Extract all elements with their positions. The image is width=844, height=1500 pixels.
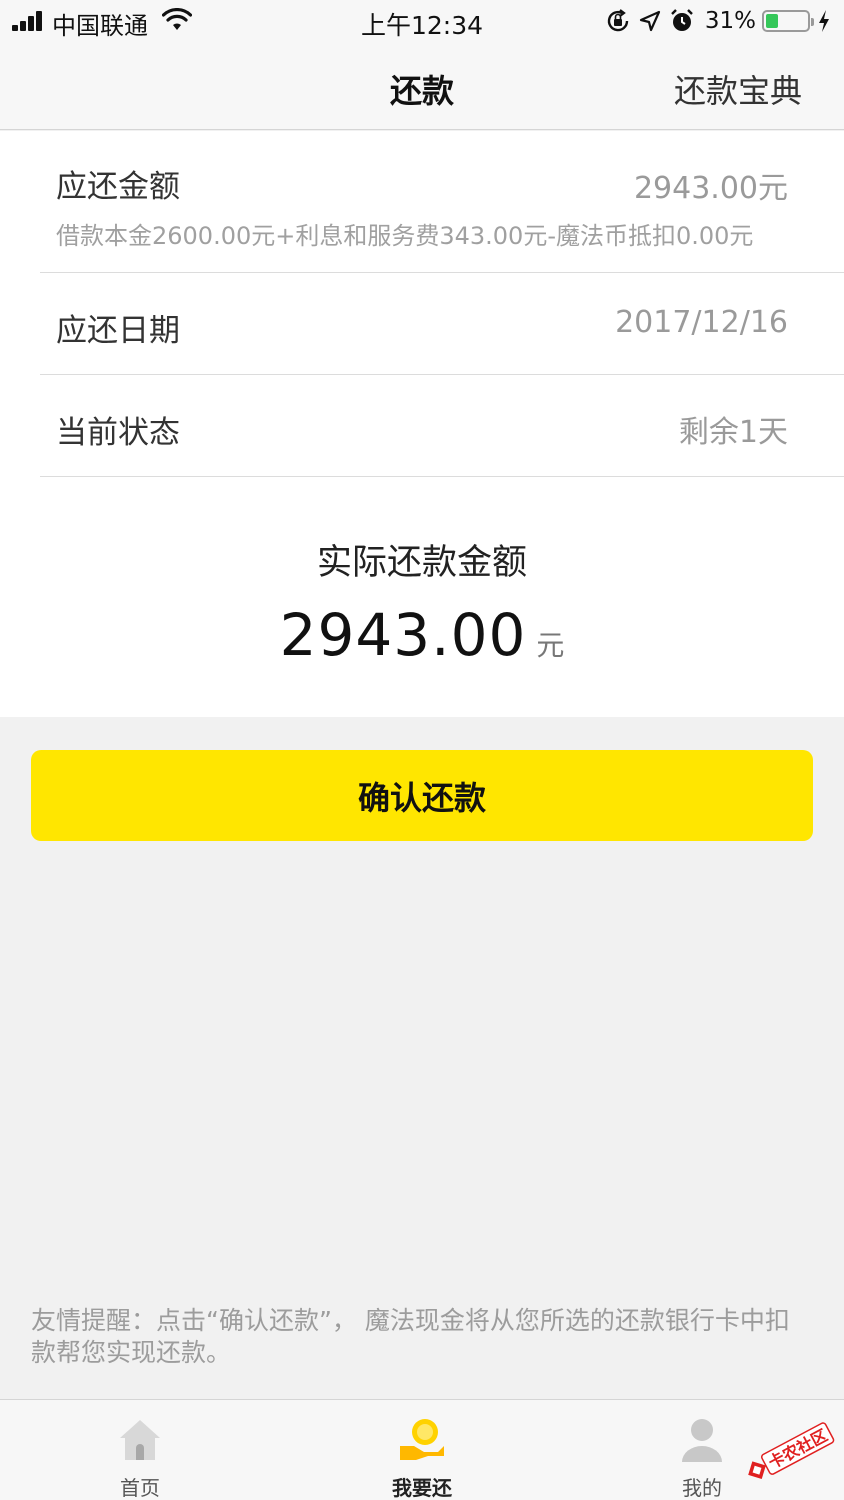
actual-payment-amount-group: 2943.00 元 [0, 601, 844, 669]
charging-icon [819, 10, 829, 32]
tab-bar: 首页 我要还 我的 [0, 1399, 844, 1500]
tab-repay[interactable]: 我要还 [332, 1400, 512, 1500]
amount-due-value: 2943.00元 [633, 171, 788, 206]
reminder-text: 友情提醒：点击“确认还款”， 魔法现金将从您所选的还款银行卡中扣款帮您实现还款。 [31, 1306, 790, 1367]
battery-level [766, 14, 779, 28]
navigation-bar: 还款 还款宝典 [0, 44, 844, 130]
amount-due-label: 应还金额 [56, 169, 180, 205]
status-value: 剩余1天 [678, 415, 788, 450]
repay-icon [400, 1419, 444, 1460]
repayment-guide-link[interactable]: 还款宝典 [674, 66, 802, 112]
actual-payment-label: 实际还款金额 [316, 543, 527, 583]
tab-repay-label: 我要还 [392, 1476, 452, 1500]
due-date-row: 应还日期 2017/12/16 [40, 273, 844, 375]
profile-icon [682, 1419, 722, 1462]
status-row: 当前状态 剩余1天 [40, 375, 844, 477]
battery-icon [762, 10, 814, 32]
status-label: 当前状态 [56, 415, 180, 451]
actual-payment-unit: 元 [536, 629, 565, 662]
repayment-info-card: 应还金额 2943.00 元 借款本金2600.00元+利息和服务费343.00元… [0, 131, 844, 717]
due-date-label: 应还日期 [56, 313, 180, 349]
status-bar: 中国联通 上午12:34 31% [0, 0, 844, 44]
confirm-repayment-button[interactable]: 确认还款 [31, 750, 813, 841]
tab-home[interactable]: 首页 [50, 1400, 230, 1500]
location-icon [639, 10, 660, 32]
alarm-icon [671, 9, 693, 31]
rotation-lock-icon [607, 9, 629, 32]
watermark-logo: 卡农社区 [748, 1422, 835, 1480]
battery-percent: 31% [704, 8, 756, 34]
actual-payment-amount: 2943.00 [279, 601, 527, 669]
amount-due-row: 应还金额 2943.00元 借款本金2600.00元+利息和服务费343.00元… [40, 131, 844, 273]
due-date-value: 2017/12/16 [615, 305, 788, 340]
amount-breakdown: 借款本金2600.00元+利息和服务费343.00元-魔法币抵扣0.00元 [56, 222, 754, 250]
home-icon [120, 1420, 160, 1460]
tab-home-label: 首页 [120, 1476, 160, 1500]
